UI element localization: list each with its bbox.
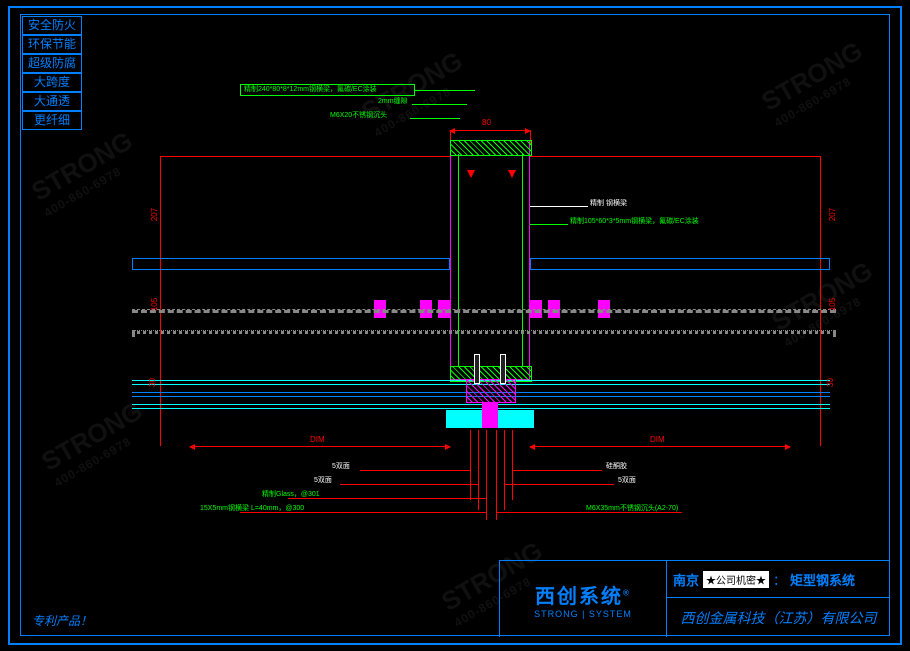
- leader: [530, 206, 588, 207]
- leader: [486, 430, 487, 520]
- dim-label: 105: [150, 298, 159, 311]
- glass-upper-left: [132, 258, 450, 270]
- annotation: 精制240*80*8*12mm钢横梁，氟碳/EC涂装: [244, 86, 377, 94]
- dim-bot-l: [190, 446, 450, 447]
- brand-name: 西创系统®: [535, 580, 631, 609]
- title-row: 南京 ★公司机密★ ： 矩型钢系统: [667, 561, 890, 598]
- dim-label: 30: [148, 378, 157, 387]
- annotation: 15X5mm钢横梁 L=40mm，@300: [200, 505, 304, 513]
- confidential-badge: ★公司机密★: [703, 571, 769, 588]
- dim-label: DIM: [650, 435, 665, 444]
- gasket: [482, 402, 498, 428]
- dim-ext: [160, 156, 161, 446]
- dim-label: DIM: [310, 435, 325, 444]
- annotation: M6X35mm不锈钢沉头(A2-70): [586, 505, 678, 513]
- leader: [496, 430, 497, 520]
- annotation: 5双面: [618, 477, 636, 485]
- leader: [512, 430, 513, 500]
- patent-notice: 专利产品！: [32, 612, 92, 629]
- mullion: [450, 140, 530, 380]
- dim-80-label: 80: [482, 118, 491, 127]
- arrow-down-icon: [508, 170, 516, 178]
- leader: [504, 484, 614, 485]
- leader: [340, 484, 478, 485]
- ref-line: [132, 330, 836, 334]
- centerline: [132, 309, 836, 313]
- tag-item: 安全防火: [22, 16, 82, 35]
- dim-label: 105: [828, 298, 837, 311]
- annotation: 2mm缝隙: [378, 98, 408, 106]
- pane-line: [132, 404, 830, 405]
- ext-line: [160, 156, 450, 157]
- annotation: M6X20不锈钢沉头: [330, 112, 387, 120]
- annotation: 精制 钢横梁: [590, 200, 627, 208]
- leader: [512, 470, 602, 471]
- leader: [415, 90, 475, 91]
- pane-line: [132, 408, 830, 409]
- system-name: 矩型钢系统: [790, 570, 855, 589]
- glass-upper-right: [530, 258, 830, 270]
- cad-drawing: 80 精制240*80*8*12mm钢横梁，氟碳/EC涂装 2mm缝隙 M6X2…: [30, 100, 880, 520]
- colon: ：: [773, 570, 786, 589]
- dim-80: [450, 130, 530, 131]
- leader: [410, 118, 460, 119]
- title-block: 西创系统® STRONG | SYSTEM 南京 ★公司机密★ ： 矩型钢系统 …: [499, 560, 890, 637]
- bolt: [474, 354, 480, 384]
- tag-item: 大跨度: [22, 73, 82, 92]
- dim-bot-r: [530, 446, 790, 447]
- leader: [412, 104, 467, 105]
- arrow-down-icon: [467, 170, 475, 178]
- web-line: [458, 154, 459, 366]
- dim-label: 207: [828, 208, 837, 221]
- brand-sub: STRONG | SYSTEM: [534, 609, 632, 619]
- brand-cell: 西创系统® STRONG | SYSTEM: [500, 561, 667, 637]
- city-label: 南京: [673, 570, 699, 589]
- annotation: 精制105*60*3*5mm钢横梁，氟碳/EC涂装: [570, 218, 699, 226]
- company-name: 西创金属科技（江苏）有限公司: [667, 598, 890, 637]
- ext-line: [530, 156, 820, 157]
- annotation: 精制Glass，@301: [262, 491, 320, 499]
- leader: [470, 430, 471, 500]
- leader: [360, 470, 470, 471]
- leader: [504, 430, 505, 510]
- web-line: [522, 154, 523, 366]
- annotation: 硅酮胶: [606, 463, 627, 471]
- dim-label: 207: [150, 208, 159, 221]
- annotation: 5双面: [332, 463, 350, 471]
- tag-item: 超级防腐: [22, 54, 82, 73]
- dim-ext: [820, 156, 821, 446]
- tag-item: 环保节能: [22, 35, 82, 54]
- leader: [530, 224, 568, 225]
- bolt: [500, 354, 506, 384]
- annotation: 5双面: [314, 477, 332, 485]
- flange-top: [450, 140, 532, 156]
- dim-label: 30: [826, 378, 835, 387]
